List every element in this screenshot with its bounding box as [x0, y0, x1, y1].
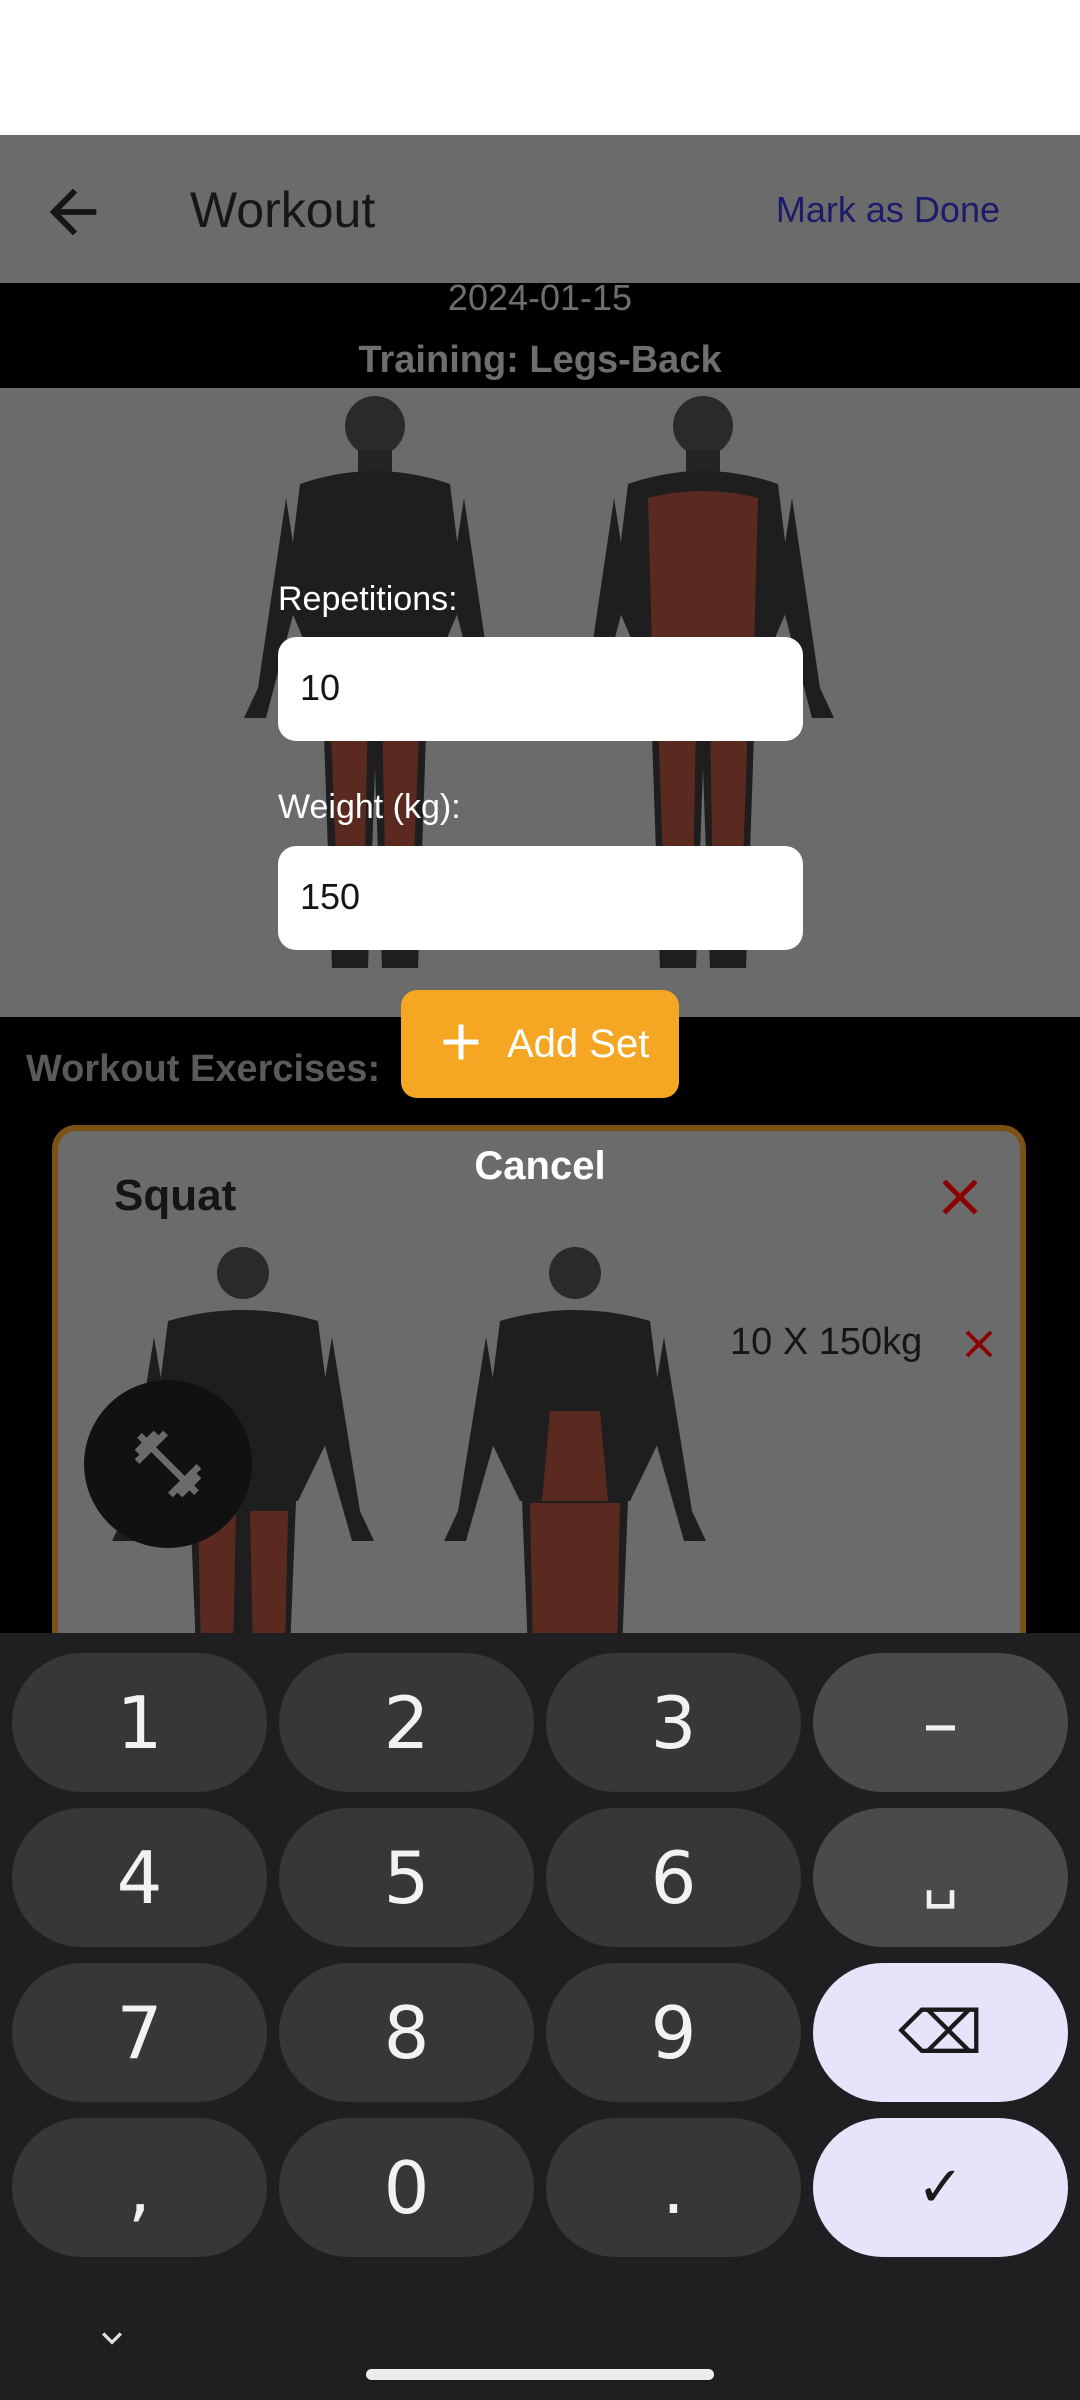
add-set-label: Add Set — [507, 1022, 650, 1066]
mark-as-done-button[interactable]: Mark as Done — [776, 189, 1000, 231]
add-set-button[interactable]: Add Set — [401, 990, 679, 1098]
status-bar — [0, 0, 1080, 135]
key-space[interactable]: ␣ — [813, 1808, 1068, 1947]
key-2[interactable]: 2 — [279, 1653, 534, 1792]
section-title: Workout Exercises: — [26, 1048, 381, 1090]
done-key[interactable]: ✓ — [813, 2118, 1068, 2257]
repetitions-value: 10 — [300, 667, 341, 708]
arrow-back-icon[interactable] — [38, 177, 108, 247]
key-period[interactable]: . — [546, 2118, 801, 2257]
key-0[interactable]: 0 — [279, 2118, 534, 2257]
key-5[interactable]: 5 — [279, 1808, 534, 1947]
weight-input[interactable]: 150 — [278, 846, 803, 950]
exercise-back-figure — [444, 1247, 706, 1633]
session-date: 2024-01-15 — [447, 277, 633, 318]
dumbbell-icon — [134, 1430, 202, 1498]
numeric-keyboard: 1 2 3 – 4 5 6 ␣ 7 8 9 ⌫ , 0 . ✓ — [0, 1633, 1080, 2400]
plus-icon — [443, 1024, 479, 1060]
weight-label: Weight (kg): — [278, 788, 461, 826]
key-7[interactable]: 7 — [12, 1963, 267, 2102]
key-4[interactable]: 4 — [12, 1808, 267, 1947]
key-1[interactable]: 1 — [12, 1653, 267, 1792]
add-exercise-fab[interactable] — [84, 1380, 252, 1548]
key-9[interactable]: 9 — [546, 1963, 801, 2102]
backspace-key[interactable]: ⌫ — [813, 1963, 1068, 2102]
key-minus[interactable]: – — [813, 1653, 1068, 1792]
repetitions-input[interactable]: 10 — [278, 637, 803, 741]
key-8[interactable]: 8 — [279, 1963, 534, 2102]
close-icon[interactable] — [956, 1321, 1002, 1367]
cancel-button[interactable]: Cancel — [0, 1144, 1080, 1189]
page-title: Workout — [190, 182, 376, 238]
gesture-nav-handle[interactable] — [366, 2369, 714, 2380]
key-6[interactable]: 6 — [546, 1808, 801, 1947]
chevron-down-icon[interactable] — [92, 2318, 132, 2358]
weight-value: 150 — [300, 876, 361, 917]
key-3[interactable]: 3 — [546, 1653, 801, 1792]
exercise-card[interactable]: Squat 10 X 150kg — [52, 1125, 1026, 1633]
repetitions-label: Repetitions: — [278, 580, 458, 618]
training-title: Training: Legs-Back — [358, 339, 722, 381]
key-comma[interactable]: , — [12, 2118, 267, 2257]
app-bar: Workout Mark as Done — [0, 135, 1080, 283]
set-entry: 10 X 150kg — [730, 1321, 923, 1363]
